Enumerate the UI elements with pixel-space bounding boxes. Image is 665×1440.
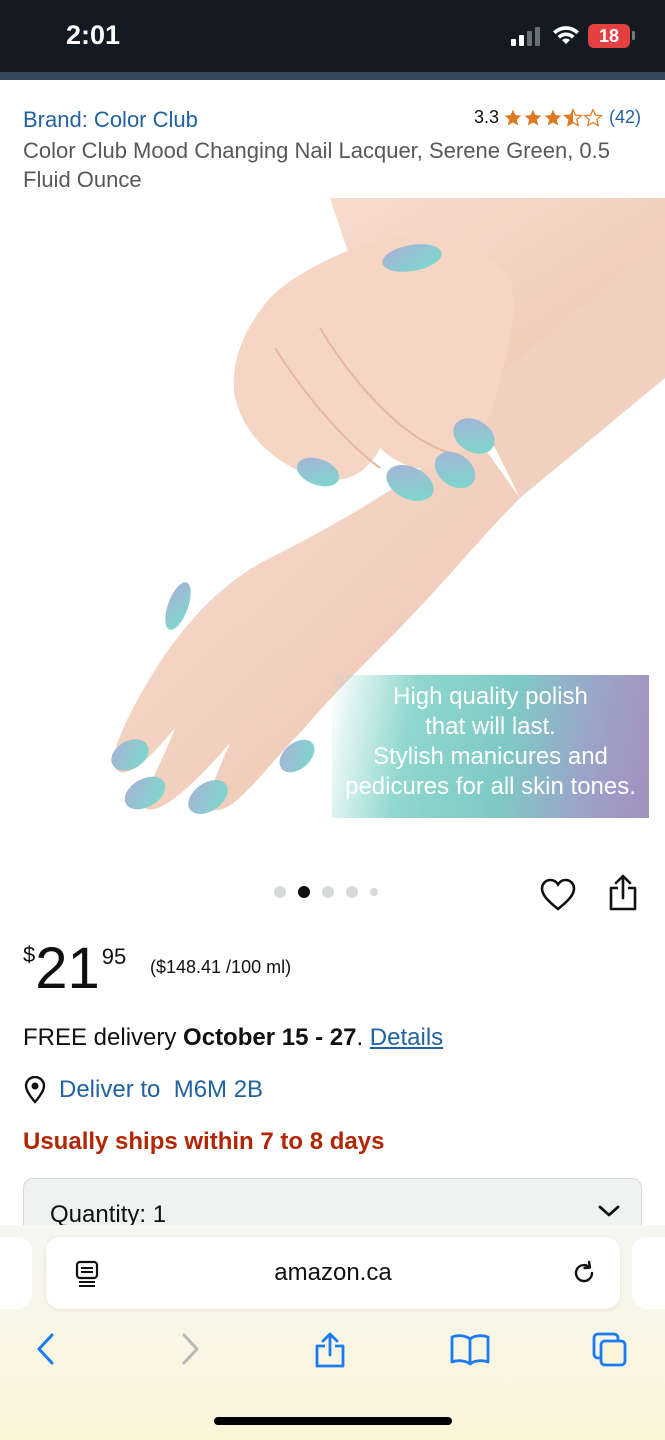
promo-line-2: that will last. (425, 713, 556, 740)
star-half-icon (563, 107, 583, 127)
home-indicator[interactable] (214, 1417, 452, 1425)
rating-count: (42) (608, 107, 641, 127)
deliver-to-location[interactable]: Deliver to M6M 2B (23, 1076, 263, 1104)
delivery-period: . (356, 1024, 370, 1051)
carousel-dot[interactable] (370, 888, 378, 896)
reload-icon[interactable] (570, 1259, 598, 1287)
carousel-dot[interactable] (274, 886, 286, 898)
bookmarks-icon[interactable] (449, 1331, 491, 1367)
promo-line-3: Stylish manicures and (373, 743, 608, 770)
share-icon[interactable] (313, 1331, 347, 1369)
carousel-dot[interactable] (322, 886, 334, 898)
back-icon[interactable] (34, 1331, 58, 1367)
rating-value: 3.3 (473, 107, 499, 127)
forward-icon[interactable] (178, 1331, 202, 1367)
rating-summary[interactable]: 3.3 (42) (474, 107, 641, 128)
delivery-dates: October 15 - 27 (183, 1024, 357, 1051)
shipping-note: Usually ships within 7 to 8 days (23, 1128, 385, 1155)
delivery-prefix: FREE delivery (23, 1024, 184, 1051)
carousel-dot-active[interactable] (298, 886, 310, 898)
star-full-icon (504, 109, 522, 125)
price-symbol: $ (23, 942, 36, 967)
header-divider (0, 72, 665, 80)
status-bar: 2:01 18 (0, 0, 665, 72)
price: $ 21 95 (23, 940, 126, 998)
next-tab-peek[interactable] (632, 1237, 665, 1309)
deliver-to-text: Deliver to M6M 2B (59, 1076, 264, 1103)
status-time: 2:01 (66, 20, 121, 50)
chevron-down-icon (598, 1205, 620, 1217)
tabs-icon[interactable] (591, 1331, 629, 1369)
carousel-dot[interactable] (346, 886, 358, 898)
battery-indicator: 18 (588, 24, 630, 48)
address-bar[interactable]: amazon.ca (46, 1237, 620, 1309)
unit-price: ($148.41 /100 ml) (150, 957, 292, 977)
battery-tip (632, 31, 635, 40)
share-icon[interactable] (608, 874, 638, 912)
star-full-icon (524, 109, 542, 125)
delivery-info: FREE delivery October 15 - 27. Details (23, 1024, 443, 1052)
price-whole: 21 (35, 936, 100, 1001)
price-fraction: 95 (101, 944, 127, 969)
star-full-icon (544, 109, 562, 125)
star-empty-icon (583, 107, 603, 127)
rating-stars (503, 107, 603, 128)
url-domain[interactable]: amazon.ca (46, 1259, 620, 1287)
promo-line-4: pedicures for all skin tones. (345, 773, 636, 800)
details-link[interactable]: Details (370, 1024, 443, 1051)
promo-line-1: High quality polish (393, 683, 588, 710)
heart-icon[interactable] (540, 878, 576, 912)
image-carousel-dots[interactable] (274, 886, 378, 898)
location-pin-icon (24, 1076, 46, 1104)
previous-tab-peek[interactable] (0, 1237, 32, 1309)
image-promo-text: High quality polish that will last. Styl… (338, 682, 643, 802)
wifi-icon (553, 26, 579, 44)
brand-link[interactable]: Brand: Color Club (23, 107, 198, 133)
product-title: Color Club Mood Changing Nail Lacquer, S… (23, 138, 611, 192)
cellular-signal-icon (511, 27, 540, 46)
